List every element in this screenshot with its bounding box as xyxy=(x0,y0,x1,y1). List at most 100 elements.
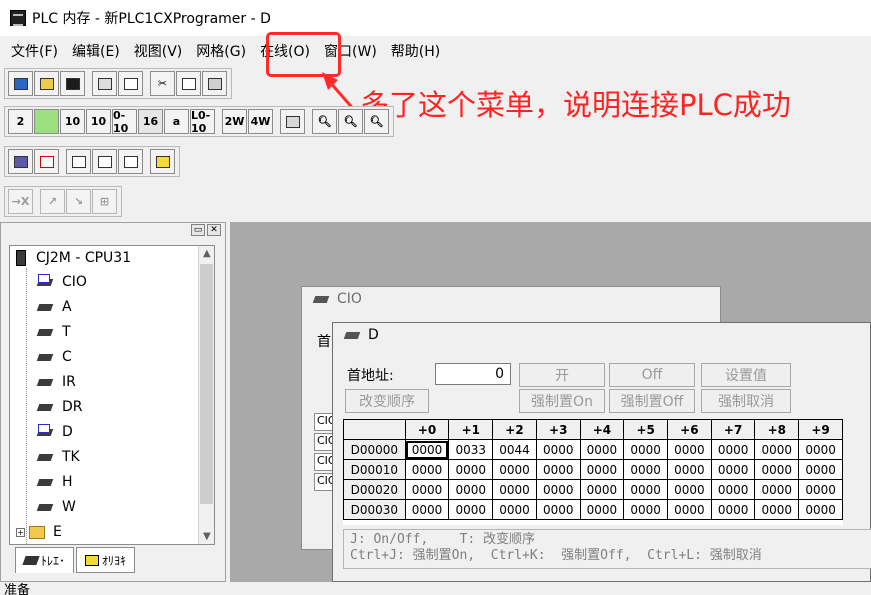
force-off-button[interactable]: 强制置Off xyxy=(609,389,695,413)
memory-cell[interactable]: 0000 xyxy=(492,479,537,500)
memory-cell[interactable]: 0000 xyxy=(798,499,843,520)
memory-cell[interactable]: 0000 xyxy=(623,499,669,520)
list-icon[interactable] xyxy=(280,109,305,134)
memory-cell[interactable]: 0000 xyxy=(448,459,494,480)
force-on-icon[interactable]: ↗ xyxy=(40,189,65,214)
memory-cell[interactable]: 0000 xyxy=(798,479,843,500)
memory-cell[interactable]: 0000 xyxy=(710,439,756,460)
scroll-thumb[interactable] xyxy=(200,264,213,504)
memory-cell[interactable]: 0000 xyxy=(448,479,494,500)
tree-item-tk[interactable]: TK xyxy=(36,449,80,465)
memory-cell[interactable]: 0000 xyxy=(579,439,625,460)
save-icon[interactable] xyxy=(60,71,85,96)
memory-cell[interactable]: 0000 xyxy=(535,439,581,460)
tree-item-t[interactable]: T xyxy=(36,324,71,340)
scroll-up-icon[interactable]: ▲ xyxy=(203,248,211,259)
memory-cell[interactable]: 0033 xyxy=(448,439,494,460)
transfer-from-plc-icon[interactable] xyxy=(92,149,117,174)
memory-cell[interactable]: 0044 xyxy=(492,439,537,460)
memory-cell[interactable]: 0000 xyxy=(667,499,712,520)
word-4w-button[interactable]: 4W xyxy=(248,109,273,134)
memory-cell[interactable]: 0000 xyxy=(492,499,537,520)
paste-icon[interactable] xyxy=(202,71,227,96)
fill-icon[interactable] xyxy=(8,149,33,174)
ascii-view-button[interactable]: a xyxy=(164,109,189,134)
menu-grid[interactable]: 网格(G) xyxy=(189,39,253,63)
menu-help[interactable]: 帮助(H) xyxy=(384,39,447,63)
memory-cell[interactable]: 0000 xyxy=(754,499,800,520)
memory-cell[interactable]: 0000 xyxy=(710,499,756,520)
hex-view-button[interactable]: 16 xyxy=(138,109,163,134)
change-order-button[interactable]: 改变顺序 xyxy=(345,389,429,413)
off-button[interactable]: Off xyxy=(609,363,695,387)
open-folder-icon[interactable] xyxy=(34,71,59,96)
memory-cell[interactable]: 0000 xyxy=(623,439,669,460)
set-value-button[interactable]: 设置值 xyxy=(701,363,791,387)
tree-item-w[interactable]: W xyxy=(36,499,76,515)
print-icon[interactable] xyxy=(92,71,117,96)
monitor-icon[interactable] xyxy=(150,149,175,174)
long-view-button[interactable]: L0-10 xyxy=(190,109,215,135)
bcd-view-button[interactable] xyxy=(34,109,59,134)
memory-cell[interactable]: 0000 xyxy=(535,499,581,520)
tree-item-h[interactable]: H xyxy=(36,474,73,490)
memory-cell[interactable]: 0000 xyxy=(579,459,625,480)
memory-cell[interactable]: 0000 xyxy=(404,499,450,520)
memory-cell[interactable]: 0000 xyxy=(492,459,537,480)
tab-tree[interactable]: ﾄﾚｴ･ xyxy=(15,547,75,573)
transfer-to-plc-icon[interactable] xyxy=(66,149,91,174)
memory-cell[interactable]: 0000 xyxy=(710,479,756,500)
d-memory-window[interactable]: D 首地址: 0 开 Off 设置值 改变顺序 强制置On 强制置Off 强制取… xyxy=(332,322,871,582)
memory-cell[interactable]: 0000 xyxy=(667,459,712,480)
force-cancel-button[interactable]: 强制取消 xyxy=(701,389,791,413)
tree-item-dr[interactable]: DR xyxy=(36,399,83,415)
cut-icon[interactable]: ✂ xyxy=(150,71,175,96)
memory-cell[interactable]: 0000 xyxy=(667,479,712,500)
memory-cell[interactable]: 0000 xyxy=(404,439,450,460)
tree-item-a[interactable]: A xyxy=(36,299,72,315)
tree-item-cio[interactable]: CIO xyxy=(36,274,87,290)
clear-icon[interactable] xyxy=(34,149,59,174)
menu-view[interactable]: 视图(V) xyxy=(127,39,190,63)
menu-file[interactable]: 文件(F) xyxy=(4,39,65,63)
memory-cell[interactable]: 0000 xyxy=(535,459,581,480)
memory-cell[interactable]: 0000 xyxy=(404,459,450,480)
tree-item-d[interactable]: D xyxy=(36,424,73,440)
zoom-in-icon[interactable]: 🔍︎ xyxy=(312,109,337,134)
force-on-button[interactable]: 强制置On xyxy=(519,389,605,413)
zoom-icon[interactable]: 🔍︎ xyxy=(338,109,363,134)
force-off-icon[interactable]: ↘ xyxy=(66,189,91,214)
binary-view-button[interactable]: 2 xyxy=(8,109,33,134)
new-project-icon[interactable] xyxy=(8,71,33,96)
memory-cell[interactable]: 0000 xyxy=(623,479,669,500)
set-value-icon[interactable]: →X xyxy=(8,189,33,214)
tree-root[interactable]: CJ2M - CPU31 xyxy=(16,250,131,266)
memory-cell[interactable]: 0000 xyxy=(579,479,625,500)
tree-item-ir[interactable]: IR xyxy=(36,374,76,390)
memory-cell[interactable]: 0000 xyxy=(754,459,800,480)
signed-decimal-button[interactable]: 10 xyxy=(86,109,111,134)
panel-restore-icon[interactable]: ▭ xyxy=(191,224,205,236)
memory-cell[interactable]: 0000 xyxy=(798,439,843,460)
word-2w-button[interactable]: 2W xyxy=(222,109,247,134)
force-cancel-icon[interactable]: ⊞ xyxy=(92,189,117,214)
copy-icon[interactable] xyxy=(176,71,201,96)
memory-cell[interactable]: 0000 xyxy=(404,479,450,500)
memory-cell[interactable]: 0000 xyxy=(710,459,756,480)
memory-cell[interactable]: 0000 xyxy=(623,459,669,480)
memory-cell[interactable]: 0000 xyxy=(667,439,712,460)
expand-icon[interactable]: + xyxy=(16,527,25,537)
memory-cell[interactable]: 0000 xyxy=(535,479,581,500)
scroll-down-icon[interactable]: ▼ xyxy=(203,531,211,542)
tab-other[interactable]: ｵﾘﾖｷ xyxy=(76,547,136,573)
print-preview-icon[interactable] xyxy=(118,71,143,96)
tree-scrollbar[interactable]: ▲ ▼ xyxy=(198,246,214,544)
panel-close-icon[interactable]: ✕ xyxy=(207,224,221,236)
range-view-button[interactable]: 0-10 xyxy=(112,109,137,135)
memory-cell[interactable]: 0000 xyxy=(448,499,494,520)
memory-cell[interactable]: 0000 xyxy=(754,479,800,500)
decimal-view-button[interactable]: 10 xyxy=(60,109,85,134)
compare-icon[interactable] xyxy=(118,149,143,174)
tree-item-e[interactable]: + E xyxy=(16,524,62,540)
zoom-out-icon[interactable]: 🔍︎ xyxy=(364,109,389,134)
